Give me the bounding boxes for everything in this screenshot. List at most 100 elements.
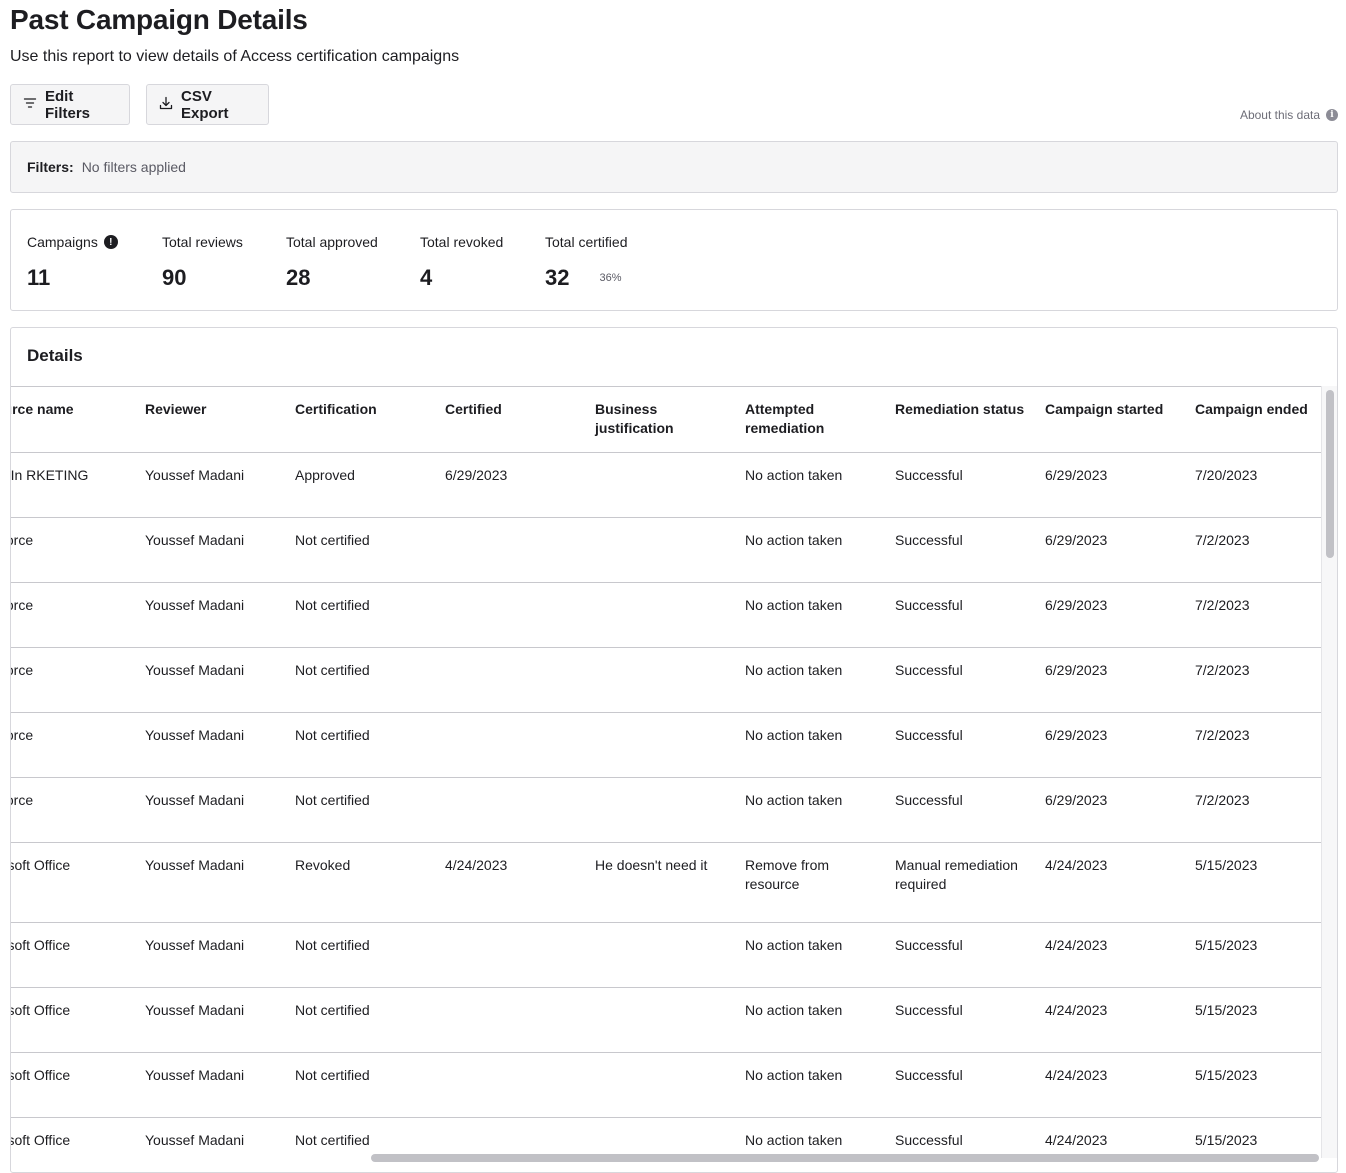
- cell-business-justification: [585, 1052, 735, 1118]
- cell-business-justification: [585, 712, 735, 778]
- cell-campaign-started: 6/29/2023: [1035, 777, 1185, 843]
- cell-resource-name: sforce: [11, 582, 135, 648]
- cell-certified: [435, 777, 585, 843]
- cell-campaign-ended: 7/2/2023: [1185, 517, 1323, 583]
- table-row: sforceYoussef MadaniNot certified No acti…: [11, 712, 1323, 778]
- cell-business-justification: [585, 922, 735, 988]
- column-header-business-justification[interactable]: Business justification: [585, 387, 735, 453]
- cell-certification: Not certified: [285, 777, 435, 843]
- cell-certified: [435, 922, 585, 988]
- cell-certified: 4/24/2023: [435, 842, 585, 923]
- horizontal-scrollbar[interactable]: [11, 1150, 1323, 1162]
- cell-attempted-remediation: No action taken: [735, 712, 885, 778]
- table-row: sforceYoussef MadaniNot certified No acti…: [11, 582, 1323, 648]
- cell-campaign-ended: 7/2/2023: [1185, 712, 1323, 778]
- cell-attempted-remediation: No action taken: [735, 582, 885, 648]
- cell-certification: Revoked: [285, 842, 435, 923]
- vertical-scrollbar-thumb[interactable]: [1326, 390, 1334, 558]
- column-header-attempted-remediation[interactable]: Attempted remediation: [735, 387, 885, 453]
- cell-business-justification: [585, 452, 735, 518]
- cell-remediation-status: Successful: [885, 987, 1035, 1053]
- stat-total-revoked-label: Total revoked: [420, 234, 504, 250]
- cell-campaign-ended: 5/15/2023: [1185, 1052, 1323, 1118]
- table-row: sforceYoussef MadaniNot certified No acti…: [11, 777, 1323, 843]
- cell-attempted-remediation: No action taken: [735, 1052, 885, 1118]
- cell-campaign-ended: 7/20/2023: [1185, 452, 1323, 518]
- cell-business-justification: [585, 647, 735, 713]
- cell-campaign-ended: 5/15/2023: [1185, 842, 1323, 923]
- stat-total-approved-label: Total approved: [286, 234, 378, 250]
- cell-certified: [435, 1052, 585, 1118]
- summary-stats: Campaigns ! 11 Total reviews 90 Total ap…: [10, 209, 1338, 311]
- cell-reviewer: Youssef Madani: [135, 1052, 285, 1118]
- filter-icon: [23, 96, 37, 114]
- cell-certified: [435, 647, 585, 713]
- cell-remediation-status: Successful: [885, 712, 1035, 778]
- details-title: Details: [27, 346, 83, 365]
- table-row: edIn RKETINGYoussef MadaniApproved6/29/2…: [11, 452, 1323, 518]
- cell-attempted-remediation: No action taken: [735, 647, 885, 713]
- cell-business-justification: [585, 517, 735, 583]
- cell-certification: Approved: [285, 452, 435, 518]
- cell-resource-name: rosoft Office: [11, 922, 135, 988]
- cell-remediation-status: Successful: [885, 777, 1035, 843]
- cell-certification: Not certified: [285, 647, 435, 713]
- stat-total-reviews-value: 90: [162, 265, 187, 290]
- filters-bar: Filters: No filters applied: [10, 141, 1338, 193]
- about-this-data-link[interactable]: About this data i: [1240, 108, 1338, 122]
- table-row: rosoft OfficeYoussef MadaniNot certified…: [11, 1052, 1323, 1118]
- table-row: sforceYoussef MadaniNot certified No acti…: [11, 647, 1323, 713]
- cell-campaign-ended: 5/15/2023: [1185, 987, 1323, 1053]
- details-table-container[interactable]: ource nameReviewerCertificationCertified…: [11, 386, 1323, 1158]
- column-header-reviewer[interactable]: Reviewer: [135, 387, 285, 453]
- table-row: rosoft OfficeYoussef MadaniNot certified…: [11, 922, 1323, 988]
- stat-campaigns: Campaigns ! 11: [27, 234, 118, 291]
- cell-campaign-started: 4/24/2023: [1035, 987, 1185, 1053]
- alert-icon[interactable]: !: [103, 235, 118, 249]
- page-title: Past Campaign Details: [10, 4, 308, 35]
- vertical-scrollbar[interactable]: [1321, 386, 1337, 1158]
- column-header-certified[interactable]: Certified: [435, 387, 585, 453]
- cell-reviewer: Youssef Madani: [135, 452, 285, 518]
- table-row: sforceYoussef MadaniNot certified No acti…: [11, 517, 1323, 583]
- table-header-row: ource nameReviewerCertificationCertified…: [11, 387, 1323, 453]
- csv-export-button[interactable]: CSV Export: [146, 84, 269, 125]
- cell-remediation-status: Successful: [885, 452, 1035, 518]
- stat-total-revoked: Total revoked 4: [420, 234, 503, 291]
- cell-campaign-started: 4/24/2023: [1035, 922, 1185, 988]
- cell-resource-name: sforce: [11, 647, 135, 713]
- download-icon: [159, 96, 173, 114]
- stat-total-approved: Total approved 28: [286, 234, 378, 291]
- filters-label: Filters:: [27, 159, 74, 175]
- cell-campaign-started: 6/29/2023: [1035, 517, 1185, 583]
- cell-reviewer: Youssef Madani: [135, 517, 285, 583]
- column-header-remediation-status[interactable]: Remediation status: [885, 387, 1035, 453]
- stat-campaigns-value: 11: [27, 265, 51, 290]
- column-header-certification[interactable]: Certification: [285, 387, 435, 453]
- cell-remediation-status: Successful: [885, 517, 1035, 583]
- edit-filters-button[interactable]: Edit Filters: [10, 84, 130, 125]
- cell-remediation-status: Successful: [885, 582, 1035, 648]
- column-header-resource-name[interactable]: ource name: [11, 387, 135, 453]
- stat-total-certified-label: Total certified: [545, 234, 628, 250]
- stat-total-certified-value: 32: [545, 265, 570, 290]
- cell-reviewer: Youssef Madani: [135, 647, 285, 713]
- csv-export-label: CSV Export: [181, 87, 229, 122]
- column-header-campaign-ended[interactable]: Campaign ended: [1185, 387, 1323, 453]
- cell-business-justification: He doesn't need it: [585, 842, 735, 923]
- cell-resource-name: rosoft Office: [11, 987, 135, 1053]
- cell-certification: Not certified: [285, 987, 435, 1053]
- cell-campaign-started: 6/29/2023: [1035, 647, 1185, 713]
- cell-remediation-status: Manual remediation required: [885, 842, 1035, 923]
- cell-attempted-remediation: No action taken: [735, 452, 885, 518]
- stat-total-approved-value: 28: [286, 265, 311, 290]
- cell-resource-name: sforce: [11, 777, 135, 843]
- details-panel: Details ource nameReviewerCertificationC…: [10, 327, 1338, 1173]
- horizontal-scrollbar-thumb[interactable]: [371, 1154, 1319, 1162]
- cell-reviewer: Youssef Madani: [135, 842, 285, 923]
- cell-campaign-started: 4/24/2023: [1035, 1052, 1185, 1118]
- column-header-campaign-started[interactable]: Campaign started: [1035, 387, 1185, 453]
- cell-campaign-started: 6/29/2023: [1035, 452, 1185, 518]
- cell-reviewer: Youssef Madani: [135, 712, 285, 778]
- cell-campaign-started: 6/29/2023: [1035, 712, 1185, 778]
